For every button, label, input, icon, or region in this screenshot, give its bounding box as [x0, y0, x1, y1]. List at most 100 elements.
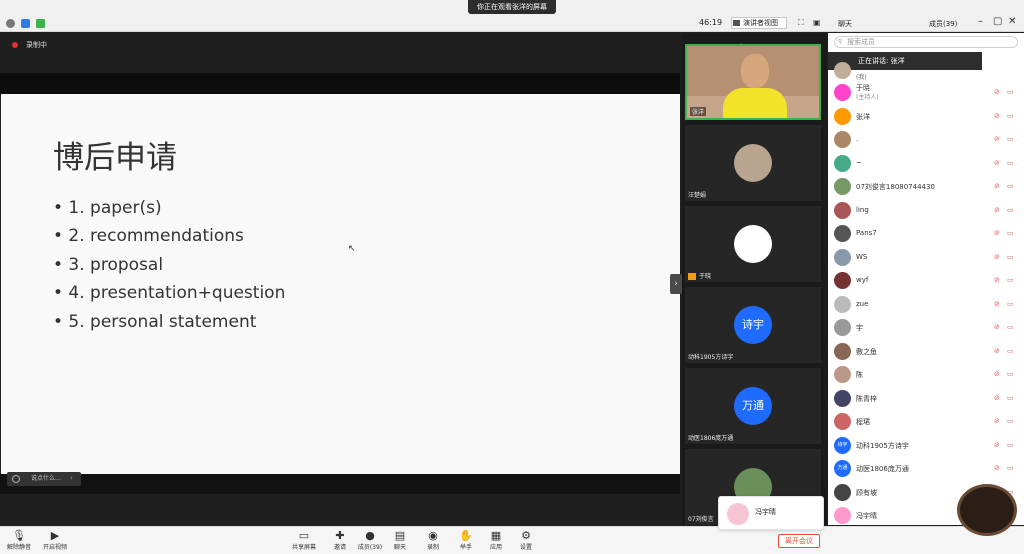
member-row[interactable]: 于晓 (主持人) ⊘ ▭ — [834, 82, 1020, 104]
member-row[interactable]: 程珺 ⊘ ▭ — [834, 411, 1020, 433]
member-name: . — [856, 135, 859, 143]
info-icon[interactable] — [6, 19, 15, 28]
avatar: 诗宇 — [834, 436, 851, 454]
slide-bullet: • 2. recommendations — [53, 226, 244, 246]
slide-top-band — [0, 73, 680, 94]
member-name: ling — [856, 205, 869, 214]
settings-button[interactable]: ⚙ 设置 — [509, 529, 543, 551]
slide-bullet: • 3. proposal — [53, 255, 164, 275]
member-row[interactable]: ling ⊘ ▭ — [834, 200, 1020, 222]
shield-icon[interactable] — [21, 19, 30, 28]
signal-icon[interactable] — [36, 19, 45, 28]
video-tile[interactable]: 于晓 — [685, 206, 821, 282]
emoji-icon[interactable] — [12, 475, 20, 483]
layout-icon[interactable]: ▣ — [813, 18, 821, 27]
mic-off-icon: ⊘ — [994, 205, 1000, 214]
apps-button[interactable]: ▦ 应用 — [479, 529, 513, 551]
leave-meeting-button[interactable]: 离开会议 — [778, 534, 820, 548]
invite-icon: ✚ — [335, 529, 345, 542]
member-name: 动科1905方诗宇 — [856, 441, 909, 450]
mouse-cursor-icon: ↖ — [348, 244, 356, 254]
member-row[interactable]: 07刘俊言18080744430 ⊘ ▭ — [834, 176, 1020, 198]
tab-chat[interactable]: 聊天 — [838, 19, 852, 29]
start-video-button[interactable]: ▶ 开启视频 — [38, 529, 72, 551]
chat-icon: ▤ — [394, 529, 406, 542]
invite-button[interactable]: ✚ 邀请 — [323, 529, 357, 551]
collapse-strip-button[interactable]: › — [670, 274, 682, 294]
slide-bullet: • 1. paper(s) — [53, 198, 162, 218]
member-row[interactable]: 陈 ⊘ ▭ — [834, 364, 1020, 386]
grid-icon — [733, 20, 740, 26]
member-row[interactable]: WS ⊘ ▭ — [834, 247, 1020, 269]
members-button[interactable]: ● 成员(39) — [353, 529, 387, 551]
slide-bullet: • 4. presentation+question — [53, 283, 286, 303]
unmute-button[interactable]: 🎙 解除静音 — [2, 529, 36, 551]
member-search-input[interactable]: 搜索成员 — [834, 36, 1018, 48]
record-button[interactable]: ◉ 录制 — [416, 529, 450, 551]
screen-share-banner: 你正在观看张洋的屏幕 — [468, 0, 556, 14]
member-row[interactable]: Pans7 ⊘ ▭ — [834, 223, 1020, 245]
speaking-indicator: 正在讲话: 张洋 — [828, 52, 982, 70]
member-row[interactable]: ~ ⊘ ▭ — [834, 153, 1020, 175]
avatar: 万通 — [734, 387, 772, 425]
member-name: 宇 — [856, 324, 863, 332]
mic-off-icon: ⊘ — [994, 299, 1000, 308]
avatar — [834, 84, 851, 101]
member-row[interactable]: 宇 ⊘ ▭ — [834, 317, 1020, 339]
slide-bullet: • 5. personal statement — [53, 312, 257, 332]
member-row[interactable]: zue ⊘ ▭ — [834, 294, 1020, 316]
hand-icon: ✋ — [459, 529, 473, 542]
video-tile[interactable]: 诗宇 动科1905方诗宇 — [685, 287, 821, 363]
fullscreen-icon[interactable]: ⛶ — [798, 18, 804, 28]
minimize-icon[interactable]: – — [978, 16, 983, 27]
recording-icon — [12, 42, 18, 48]
avatar — [834, 483, 851, 501]
camera-off-icon: ▶ — [50, 529, 60, 542]
video-name: 动医1806庞万通 — [688, 435, 734, 442]
avatar — [834, 342, 851, 360]
video-name: 动科1905方诗宇 — [688, 354, 734, 361]
mic-off-icon: ⊘ — [994, 276, 1000, 284]
video-tile[interactable]: 万通 动医1806庞万通 — [685, 368, 821, 444]
video-name: 于晓 — [699, 273, 712, 280]
close-icon[interactable]: ✕ — [1008, 16, 1016, 27]
mic-off-icon: ⊘ — [994, 252, 1000, 261]
camera-off-icon: ▭ — [1007, 135, 1014, 143]
chat-button[interactable]: ▤ 聊天 — [383, 529, 417, 551]
screen-icon: ▭ — [298, 529, 310, 542]
slide-title: 博后申请 — [53, 140, 177, 176]
popup-name: 冯宇晴 — [755, 508, 776, 516]
gear-icon: ⚙ — [521, 529, 531, 542]
member-row[interactable]: 诗宇 动科1905方诗宇 ⊘ ▭ — [834, 435, 1020, 457]
member-row[interactable]: 万通 动医1806庞万通 ⊘ ▭ — [834, 458, 1020, 480]
member-popup[interactable]: 冯宇晴 — [718, 496, 824, 530]
recording-status: 录制中 — [26, 41, 47, 49]
tab-members[interactable]: 成员(39) — [929, 19, 957, 29]
avatar — [834, 366, 851, 383]
avatar — [834, 413, 851, 430]
share-screen-button[interactable]: ▭ 共享屏幕 — [287, 529, 321, 551]
search-icon: ⚲ — [838, 38, 843, 45]
video-tile-active[interactable]: 张洋 — [685, 44, 821, 120]
member-row[interactable]: wyf ⊘ ▭ — [834, 270, 1020, 292]
member-name: 07刘俊言18080744430 — [856, 183, 935, 191]
member-row[interactable]: 敷之鱼 ⊘ ▭ — [834, 341, 1020, 363]
apps-icon: ▦ — [490, 529, 502, 542]
member-row[interactable]: 陈青梓 ⊘ ▭ — [834, 388, 1020, 410]
record-icon: ◉ — [428, 529, 438, 542]
member-row[interactable]: 张洋 ⊘ ▭ — [834, 106, 1020, 128]
member-name: WS — [856, 252, 868, 261]
avatar — [834, 62, 851, 79]
me-label: (我) — [856, 74, 867, 81]
mic-off-icon: ⊘ — [994, 88, 1000, 96]
video-name: 汪楚娟 — [688, 192, 707, 199]
presentation-slide: 博后申请 • 1. paper(s) • 2. recommendations … — [1, 94, 680, 474]
maximize-icon[interactable]: ▢ — [993, 16, 1002, 27]
raise-hand-button[interactable]: ✋ 举手 — [449, 529, 483, 551]
chevron-left-icon[interactable]: ‹ — [70, 474, 73, 482]
camera-off-icon: ▭ — [1007, 464, 1014, 472]
camera-off-icon: ▭ — [1007, 346, 1014, 355]
video-tile[interactable]: 汪楚娟 — [685, 125, 821, 201]
member-row[interactable]: . ⊘ ▭ — [834, 129, 1020, 151]
camera-off-icon: ▭ — [1007, 205, 1014, 214]
